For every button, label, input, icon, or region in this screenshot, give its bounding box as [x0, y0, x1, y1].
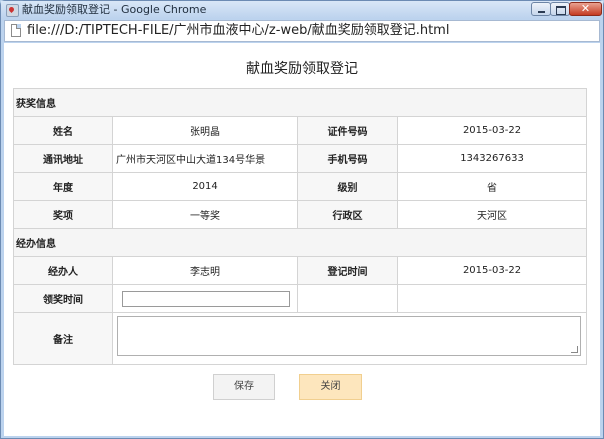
- empty-cell: [297, 284, 398, 313]
- collect-time-input[interactable]: [122, 290, 291, 307]
- address-value: 广州市天河区中山大道134号华景: [112, 144, 299, 173]
- remark-label: 备注: [12, 312, 114, 365]
- district-label: 行政区: [297, 200, 398, 229]
- district-value: 天河区: [397, 200, 587, 229]
- address-bar[interactable]: file:///D:/TIPTECH-FILE/广州市血液中心/z-web/献血…: [4, 20, 600, 42]
- app-icon: [6, 4, 19, 17]
- maximize-icon: [556, 6, 566, 15]
- collect-time-label: 领奖时间: [12, 284, 114, 313]
- page-title: 献血奖励领取登记: [246, 61, 358, 77]
- prize-label: 奖项: [12, 200, 114, 229]
- name-label: 姓名: [12, 116, 114, 145]
- page-icon: [11, 24, 21, 37]
- address-label: 通讯地址: [12, 144, 114, 173]
- save-button[interactable]: 保存: [213, 374, 275, 400]
- window-title: 献血奖励领取登记 - Google Chrome: [22, 3, 207, 16]
- year-label: 年度: [12, 172, 114, 201]
- handler-label: 经办人: [12, 256, 114, 285]
- section-award-info: 获奖信息: [13, 88, 587, 117]
- id-label: 证件号码: [297, 116, 398, 145]
- regtime-value: 2015-03-22: [397, 256, 587, 285]
- prize-value: 一等奖: [112, 200, 299, 229]
- page-content: 献血奖励领取登记 获奖信息 姓名 张明晶 证件号码 2015-03-22 通讯地…: [4, 43, 600, 436]
- minimize-button[interactable]: [531, 2, 551, 16]
- level-label: 级别: [297, 172, 398, 201]
- regtime-label: 登记时间: [297, 256, 398, 285]
- remark-textarea[interactable]: [117, 316, 582, 356]
- maximize-button[interactable]: [550, 2, 570, 16]
- close-window-button[interactable]: ✕: [569, 2, 602, 16]
- registration-form: 获奖信息 姓名 张明晶 证件号码 2015-03-22 通讯地址 广州市天河区中…: [12, 88, 587, 365]
- section-handling-info: 经办信息: [13, 228, 587, 257]
- handler-value: 李志明: [112, 256, 299, 285]
- title-bar: 献血奖励领取登记 - Google Chrome ✕: [1, 1, 603, 18]
- collect-time-cell: [112, 284, 299, 313]
- url-text[interactable]: file:///D:/TIPTECH-FILE/广州市血液中心/z-web/献血…: [27, 23, 449, 39]
- id-value: 2015-03-22: [397, 116, 587, 145]
- phone-label: 手机号码: [297, 144, 398, 173]
- empty-cell: [397, 284, 587, 313]
- phone-value: 1343267633: [397, 144, 587, 173]
- year-value: 2014: [112, 172, 299, 201]
- level-value: 省: [397, 172, 587, 201]
- remark-cell: [112, 312, 587, 365]
- browser-window: 献血奖励领取登记 - Google Chrome ✕ file:///D:/TI…: [0, 0, 604, 439]
- close-button[interactable]: 关闭: [299, 374, 362, 400]
- name-value: 张明晶: [112, 116, 299, 145]
- minimize-icon: [538, 11, 545, 13]
- resize-grip-icon[interactable]: [571, 346, 579, 353]
- close-icon: ✕: [580, 2, 591, 15]
